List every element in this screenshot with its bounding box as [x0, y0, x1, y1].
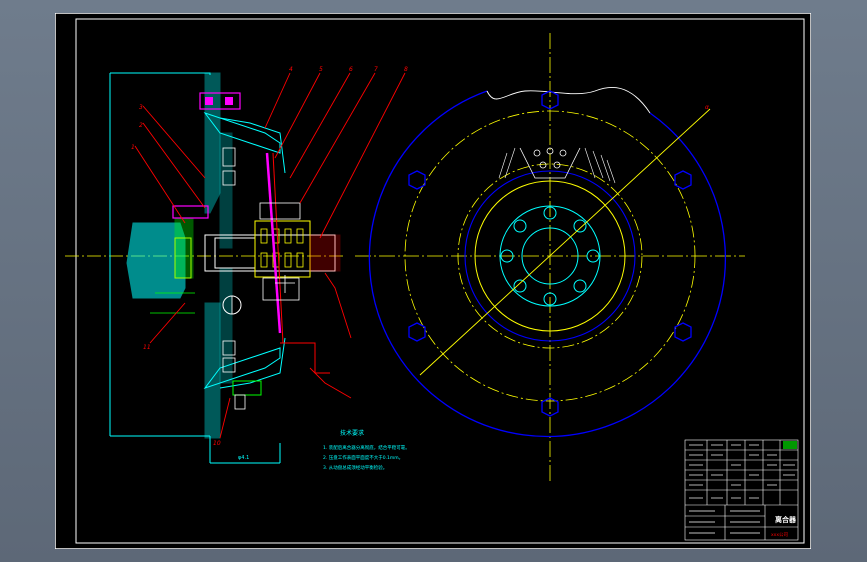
company-logo: xxx公司: [771, 532, 788, 538]
friction-hub: [174, 217, 194, 279]
balloon-8: 8: [404, 66, 408, 73]
balloon-2: 2: [139, 122, 143, 129]
tech-note-1: 1. 装配后离合器分离彻底，结合平稳可靠。: [323, 444, 410, 451]
title-stamp: 离合器: [775, 515, 797, 524]
section-mark: α: [705, 104, 709, 111]
tech-note-3: 3. 从动盘总成须经动平衡检验。: [323, 464, 387, 471]
tech-note-2: 2. 压盘工作表面平面度不大于0.1mm。: [323, 454, 403, 461]
cad-viewport[interactable]: 4 5 6 7 8 3 2 1 11 10 φ4.1 技术要求 1. 装配后离合…: [55, 13, 811, 549]
tech-notes-title: 技术要求: [340, 429, 364, 437]
shaft-end: [309, 234, 341, 272]
cad-drawing: 4 5 6 7 8 3 2 1 11 10 φ4.1 技术要求 1. 装配后离合…: [55, 13, 811, 549]
balloon-1: 1: [131, 144, 135, 151]
balloon-7: 7: [374, 66, 378, 73]
balloon-11: 11: [143, 344, 151, 351]
pressure-plate: [219, 132, 233, 249]
balloon-10: 10: [213, 440, 221, 447]
dimension-label: φ4.1: [238, 455, 249, 461]
balloon-5: 5: [319, 66, 323, 73]
flywheel-upper: [204, 72, 221, 214]
balloon-3: 3: [139, 104, 143, 111]
balloon-4: 4: [289, 66, 293, 73]
balloon-6: 6: [349, 66, 353, 73]
